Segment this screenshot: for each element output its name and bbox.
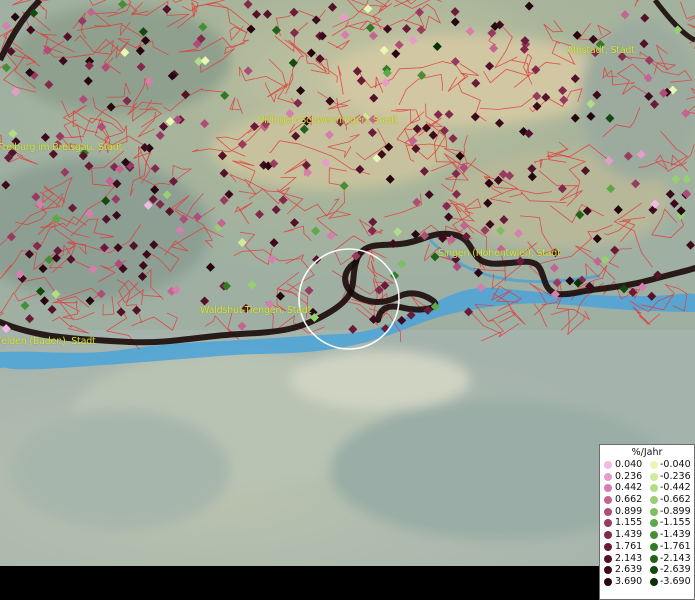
map-canvas[interactable]: Albstadt, Stadt Villingen-Schwenningen, … xyxy=(0,0,695,566)
legend-value-negative: -1.761 xyxy=(660,540,691,552)
legend-value-positive: 2.143 xyxy=(615,552,643,564)
legend-value-negative: -0.040 xyxy=(660,459,691,470)
legend-swatch-positive xyxy=(604,507,612,516)
legend-row: 1.761 -1.761 xyxy=(600,541,694,553)
legend-row: 0.662 -0.662 xyxy=(600,494,694,506)
legend-value-negative: -0.899 xyxy=(660,505,691,517)
legend-row: 0.040 -0.040 xyxy=(600,459,694,471)
legend-value-positive: 1.761 xyxy=(615,540,643,552)
legend-swatch-negative xyxy=(650,472,658,481)
legend-swatch-positive xyxy=(604,461,612,469)
legend-row: 0.899 -0.899 xyxy=(600,506,694,518)
legend-value-positive: 0.899 xyxy=(615,505,643,517)
legend-swatch-negative xyxy=(650,577,658,586)
legend-row: 0.236 -0.236 xyxy=(600,471,694,483)
legend-swatch-negative xyxy=(650,461,658,469)
place-label-freiburg: Freiburg im Breisgau, Stadt xyxy=(0,142,123,153)
legend-value-negative: -2.639 xyxy=(660,564,691,576)
legend-value-positive: 0.040 xyxy=(615,459,643,470)
legend-swatch-positive xyxy=(604,542,612,551)
legend-value-negative: -0.442 xyxy=(660,482,691,494)
place-label-albstadt: Albstadt, Stadt xyxy=(567,45,635,56)
legend-swatch-negative xyxy=(650,496,658,505)
legend-value-negative: -3.690 xyxy=(660,575,691,587)
legend-swatch-negative xyxy=(650,507,658,516)
legend-swatch-negative xyxy=(650,519,658,528)
place-label-villingen: Villingen-Schwenningen, Stadt xyxy=(258,115,398,126)
legend-value-negative: -1.439 xyxy=(660,529,691,541)
legend-swatch-negative xyxy=(650,531,658,540)
legend-swatch-negative xyxy=(650,542,658,551)
legend-value-negative: -1.155 xyxy=(660,517,691,529)
legend-value-positive: 0.662 xyxy=(615,494,643,506)
legend-value-positive: 2.639 xyxy=(615,564,643,576)
legend-row: 3.690 -3.690 xyxy=(600,576,694,588)
legend-row: 1.439 -1.439 xyxy=(600,529,694,541)
legend-row: 1.155 -1.155 xyxy=(600,517,694,529)
legend-row: 0.442 -0.442 xyxy=(600,482,694,494)
bottom-bar xyxy=(0,566,695,600)
legend-value-positive: 0.442 xyxy=(615,482,643,494)
legend-value-negative: -0.236 xyxy=(660,470,691,482)
legend-value-positive: 1.155 xyxy=(615,517,643,529)
map-svg xyxy=(0,0,695,566)
legend-row: 2.143 -2.143 xyxy=(600,553,694,565)
legend-swatch-positive xyxy=(604,519,612,528)
legend-row: 2.639 -2.639 xyxy=(600,564,694,576)
legend: %/Jahr 0.040 -0.040 0.236 -0.236 0.442 -0.442… xyxy=(599,444,695,600)
legend-value-positive: 0.236 xyxy=(615,470,643,482)
legend-title: %/Jahr xyxy=(631,447,663,458)
legend-swatch-positive xyxy=(604,472,612,481)
legend-swatch-positive xyxy=(604,484,612,493)
legend-value-positive: 1.439 xyxy=(615,529,643,541)
legend-rows: 0.040 -0.040 0.236 -0.236 0.442 -0.442 0.662 -0… xyxy=(600,459,694,588)
legend-swatch-negative xyxy=(650,566,658,575)
legend-swatch-positive xyxy=(604,531,612,540)
legend-swatch-positive xyxy=(604,496,612,505)
legend-swatch-positive xyxy=(604,577,612,586)
legend-swatch-negative xyxy=(650,554,658,563)
legend-swatch-positive xyxy=(604,554,612,563)
legend-value-negative: -0.662 xyxy=(660,494,691,506)
legend-swatch-positive xyxy=(604,566,612,575)
legend-swatch-negative xyxy=(650,484,658,493)
legend-value-negative: -2.143 xyxy=(660,552,691,564)
legend-value-positive: 3.690 xyxy=(615,575,643,587)
place-label-rheinfelden: felden (Baden), Stadt xyxy=(0,336,96,347)
place-label-singen: Singen (Hohentwiel), Stadt xyxy=(438,248,561,259)
place-label-waldshut: Waldshut-Tiengen, Stadt xyxy=(200,305,312,316)
